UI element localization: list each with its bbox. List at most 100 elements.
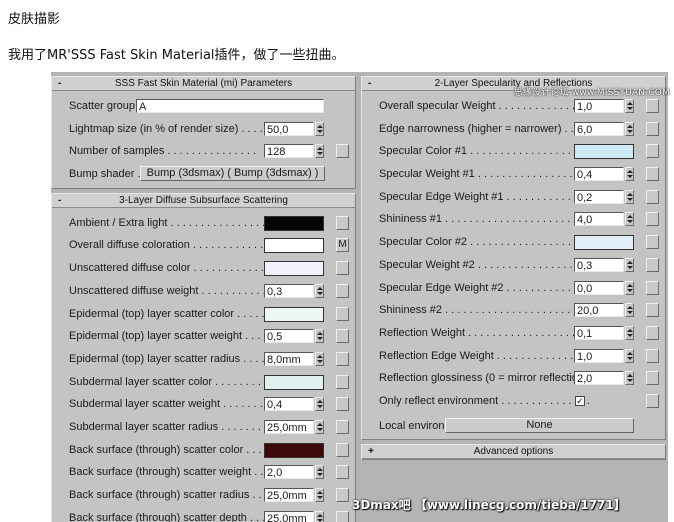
spinner-icon[interactable] [625, 167, 634, 182]
map-button[interactable] [336, 465, 349, 480]
value-field[interactable]: 8,0mm [264, 351, 314, 366]
spinner-icon[interactable] [625, 189, 634, 204]
local-environment-button[interactable]: None [445, 417, 634, 433]
spinner-icon[interactable] [625, 280, 634, 295]
map-button[interactable] [336, 510, 349, 522]
rollout-specularity: - 2-Layer Specularity and Reflections Ov… [361, 76, 666, 441]
spinner-icon[interactable] [315, 397, 324, 412]
param-row: Back surface (through) scatter weight . … [64, 461, 349, 484]
value-field[interactable]: 20,0 [574, 303, 624, 318]
value-field[interactable]: 0,4 [264, 397, 314, 412]
map-button[interactable] [646, 144, 659, 159]
spinner-icon[interactable] [315, 419, 324, 434]
map-button[interactable] [646, 121, 659, 136]
map-button[interactable] [336, 261, 349, 276]
map-button[interactable] [646, 167, 659, 182]
spinner-icon[interactable] [315, 283, 324, 298]
value-field[interactable]: 0,3 [264, 283, 314, 298]
map-button[interactable] [646, 99, 659, 113]
lightmap-size-input[interactable]: 50,0 [264, 121, 314, 136]
map-button[interactable] [336, 283, 349, 298]
spinner-icon[interactable] [625, 371, 634, 386]
map-button[interactable] [646, 189, 659, 204]
spinner-icon[interactable] [315, 465, 324, 480]
value-field[interactable]: 0,4 [574, 167, 624, 182]
param-row: Overall diffuse coloration . . . . . . .… [64, 234, 349, 257]
material-editor-screenshot: - SSS Fast Skin Material (mi) Parameters… [51, 72, 668, 522]
param-row: Back surface (through) scatter color . .… [64, 439, 349, 462]
color-swatch[interactable] [264, 306, 324, 322]
map-button[interactable] [336, 442, 349, 457]
value-field[interactable]: 0,3 [574, 257, 624, 272]
collapse-toggle[interactable]: - [368, 77, 371, 90]
scatter-group-input[interactable]: A [136, 99, 324, 113]
map-button[interactable] [336, 144, 349, 159]
rollout-header-diffuse[interactable]: - 3-Layer Diffuse Subsurface Scattering [52, 193, 355, 208]
map-button[interactable] [646, 257, 659, 272]
collapse-toggle[interactable]: - [58, 194, 61, 207]
map-button[interactable] [336, 215, 349, 230]
map-button[interactable] [336, 488, 349, 502]
bump-shader-button[interactable]: Bump (3dsmax) ( Bump (3dsmax) ) [140, 166, 325, 182]
value-field[interactable]: 4,0 [574, 212, 624, 227]
spinner-icon[interactable] [315, 488, 324, 502]
value-field[interactable]: 0,0 [574, 280, 624, 295]
value-field[interactable]: 2,0 [574, 371, 624, 386]
color-swatch[interactable] [264, 442, 324, 458]
spinner-icon[interactable] [625, 99, 634, 113]
map-button[interactable] [646, 303, 659, 318]
map-button[interactable] [336, 351, 349, 366]
map-button[interactable] [646, 348, 659, 363]
rollout-header-advanced[interactable]: + Advanced options [362, 445, 665, 460]
value-field[interactable]: 0,2 [574, 189, 624, 204]
spinner-icon[interactable] [625, 348, 634, 363]
spinner-icon[interactable] [315, 144, 324, 159]
color-swatch[interactable] [574, 144, 634, 160]
spinner-icon[interactable] [315, 121, 324, 136]
spinner-icon[interactable] [625, 121, 634, 136]
color-swatch[interactable] [574, 235, 634, 251]
param-label: Number of samples . . . . . . . . . . . … [69, 145, 257, 158]
map-button[interactable] [336, 397, 349, 412]
spinner-icon[interactable] [625, 325, 634, 340]
color-swatch[interactable] [264, 261, 324, 277]
map-button[interactable] [646, 393, 659, 408]
rollout-header-sss-params[interactable]: - SSS Fast Skin Material (mi) Parameters [52, 77, 355, 91]
value-field[interactable]: 0,1 [574, 325, 624, 340]
param-label: Subdermal layer scatter weight . . . . .… [69, 398, 282, 411]
map-button[interactable] [646, 212, 659, 227]
value-field[interactable]: 25,0mm [264, 510, 314, 522]
value-field[interactable]: 6,0 [574, 121, 624, 136]
value-field[interactable]: 1,0 [574, 348, 624, 363]
map-button[interactable] [336, 374, 349, 389]
spinner-icon[interactable] [315, 510, 324, 522]
param-label: Lightmap size (in % of render size) . . … [69, 122, 288, 135]
value-field[interactable]: 0,5 [264, 329, 314, 344]
expand-toggle[interactable]: + [368, 445, 374, 458]
map-button[interactable] [646, 325, 659, 340]
value-field[interactable]: 1,0 [574, 99, 624, 113]
param-label: Unscattered diffuse color . . . . . . . … [69, 262, 277, 275]
map-button[interactable] [646, 280, 659, 295]
color-swatch[interactable] [264, 238, 324, 254]
color-swatch[interactable] [264, 374, 324, 390]
map-button[interactable] [336, 419, 349, 434]
spinner-icon[interactable] [315, 329, 324, 344]
value-field[interactable]: 25,0mm [264, 419, 314, 434]
color-swatch[interactable] [264, 215, 324, 231]
collapse-toggle[interactable]: - [58, 77, 61, 90]
spinner-icon[interactable] [315, 351, 324, 366]
value-field[interactable]: 25,0mm [264, 488, 314, 502]
param-label: Back surface (through) scatter weight . … [69, 466, 282, 479]
spinner-icon[interactable] [625, 303, 634, 318]
map-button[interactable] [336, 306, 349, 321]
spinner-icon[interactable] [625, 212, 634, 227]
map-button[interactable] [646, 235, 659, 250]
samples-input[interactable]: 128 [264, 144, 314, 159]
checkbox[interactable]: ✓ [575, 395, 585, 406]
map-button[interactable] [336, 329, 349, 344]
spinner-icon[interactable] [625, 257, 634, 272]
map-button[interactable]: M [336, 238, 349, 253]
value-field[interactable]: 2,0 [264, 465, 314, 480]
map-button[interactable] [646, 371, 659, 386]
